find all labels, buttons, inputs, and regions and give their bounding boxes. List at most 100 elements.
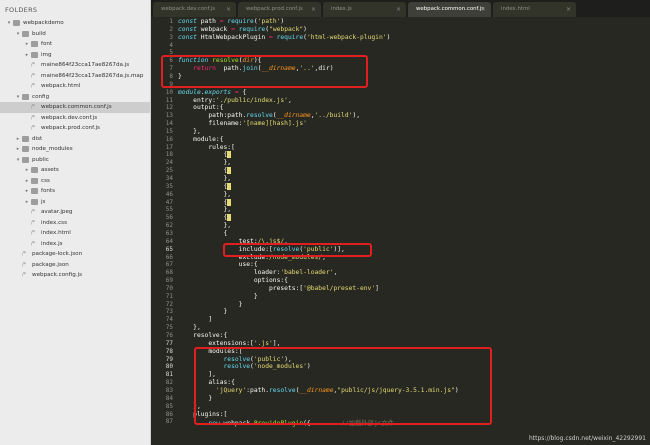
code-line[interactable]: }, [178, 222, 231, 229]
tree-file[interactable]: /* webpack.html [0, 81, 150, 92]
code-line[interactable]: } [178, 293, 258, 300]
tab-index-html[interactable]: index.html × [493, 2, 576, 17]
code-line[interactable]: ] [178, 316, 212, 323]
line-number: 25 [165, 167, 173, 175]
chevron-right-icon[interactable]: ▸ [24, 186, 30, 197]
tree-folder[interactable]: ▸ dist [0, 134, 150, 145]
code-editor[interactable]: 1 2 3 4 5 6 7 8 9 10 11 12 13 14 15 16 17 18 24 25 34 35 46 47 5… [151, 17, 650, 445]
tree-file[interactable]: /* index.html [0, 228, 150, 239]
code-line[interactable]: const webpack = require("webpack") [178, 26, 307, 33]
code-line[interactable]: presets:['@babel/preset-env'] [178, 285, 379, 292]
code-line[interactable]: filename:'[name][hash].js' [178, 120, 307, 127]
tree-item-label: dist [32, 135, 43, 142]
tree-file[interactable]: /* package.json [0, 260, 150, 271]
code-line[interactable]: }, [178, 159, 231, 166]
tree-item-label: maine864f23cca17ae8267da.js [41, 62, 130, 68]
tab-webpack-dev-conf-js[interactable]: webpack.dev.conf.js × [153, 2, 236, 17]
tree-folder[interactable]: ▾ build [0, 29, 150, 40]
tree-folder[interactable]: ▸ font [0, 39, 150, 50]
chevron-right-icon[interactable]: ▸ [24, 197, 30, 208]
code-line[interactable]: use:{ [178, 261, 258, 268]
tree-item-label: build [32, 30, 46, 37]
tab-webpack-prod-conf-js[interactable]: webpack.prod.conf.js × [238, 2, 321, 17]
chevron-right-icon[interactable]: ▸ [24, 39, 30, 50]
code-line[interactable]: {▬ [178, 214, 232, 222]
code-line[interactable]: {▬ [178, 198, 232, 206]
code-line[interactable]: loader:'babel-loader', [178, 269, 337, 276]
code-line[interactable]: {▬ [178, 151, 232, 159]
line-number: 74 [165, 316, 173, 324]
code-line[interactable]: output:{ [178, 104, 223, 111]
line-number: 80 [165, 363, 173, 371]
code-line[interactable]: rules:[ [178, 144, 235, 151]
line-number: 55 [165, 206, 173, 214]
tree-folder[interactable]: ▸ node_modules [0, 144, 150, 155]
code-line[interactable]: resolve:{ [178, 332, 227, 339]
tree-file[interactable]: /* maine864f23cca17ae8267da.js.map [0, 71, 150, 82]
code-line[interactable]: path:path.resolve(__dirname,'../build'), [178, 112, 360, 119]
close-icon[interactable]: × [226, 2, 231, 17]
close-icon[interactable]: × [566, 2, 571, 17]
close-icon[interactable]: × [311, 2, 316, 17]
tab-webpack-common-conf-js[interactable]: webpack.common.conf.js × [408, 2, 491, 17]
chevron-right-icon[interactable]: ▸ [15, 134, 21, 145]
file-icon: /* [31, 104, 36, 110]
tree-file[interactable]: /* webpack.config.js [0, 270, 150, 281]
chevron-right-icon[interactable]: ▸ [24, 165, 30, 176]
code-line[interactable]: {▬ [178, 167, 232, 175]
tree-file[interactable]: /* webpack.common.conf.js [0, 102, 150, 113]
tab-index-js[interactable]: index.js × [323, 2, 406, 17]
line-number: 81 [165, 371, 173, 379]
chevron-right-icon[interactable]: ▸ [15, 144, 21, 155]
code-line[interactable]: }, [178, 175, 231, 182]
tree-item-label: config [32, 93, 50, 100]
code-line[interactable]: module.exports = { [178, 89, 246, 96]
tree-file[interactable]: /* maine864f23cca17ae8267da.js [0, 60, 150, 71]
tree-file[interactable]: /* webpack.prod.conf.js [0, 123, 150, 134]
code-line[interactable]: }, [178, 324, 201, 331]
tree-folder[interactable]: ▾ webpackdemo [0, 18, 150, 29]
code-line[interactable]: const path = require('path') [178, 18, 284, 25]
code-line[interactable]: extensions:['.js'], [178, 340, 280, 347]
chevron-down-icon[interactable]: ▾ [15, 155, 21, 166]
tree-folder[interactable]: ▸ css [0, 176, 150, 187]
tree-file[interactable]: /* index.js [0, 239, 150, 250]
code-line[interactable]: entry:'./public/index.js', [178, 97, 292, 104]
code-line[interactable]: options:{ [178, 277, 288, 284]
folder-icon [13, 20, 20, 26]
tree-item-label: avatar.jpeg [41, 209, 73, 215]
line-number: 75 [165, 324, 173, 332]
code-line[interactable]: } [178, 301, 243, 308]
tree-folder[interactable]: ▸ js [0, 197, 150, 208]
tree-file[interactable]: /* index.css [0, 218, 150, 229]
chevron-down-icon[interactable]: ▾ [6, 18, 12, 29]
close-icon[interactable]: × [481, 2, 486, 17]
tree-folder[interactable]: ▾ public [0, 155, 150, 166]
tree-folder[interactable]: ▾ config [0, 92, 150, 103]
code-line[interactable]: {▬ [178, 182, 232, 190]
tree-folder[interactable]: ▸ assets [0, 165, 150, 176]
highlight-box-resolve-function [161, 55, 368, 88]
code-line[interactable]: }, [178, 206, 231, 213]
chevron-right-icon[interactable]: ▸ [24, 176, 30, 187]
tree-file[interactable]: /* package-lock.json [0, 249, 150, 260]
code-line[interactable]: module:{ [178, 136, 223, 143]
code-line[interactable]: { [178, 230, 227, 237]
code-line[interactable]: }, [178, 128, 201, 135]
code-line[interactable]: const HtmlWebpackPlugin = require('html-… [178, 34, 390, 41]
chevron-down-icon[interactable]: ▾ [15, 29, 21, 40]
line-number: 86 [165, 410, 173, 418]
code-line[interactable]: }, [178, 191, 231, 198]
chevron-right-icon[interactable]: ▸ [24, 50, 30, 61]
close-icon[interactable]: × [396, 2, 401, 17]
line-number: 65 [165, 245, 173, 253]
tree-file[interactable]: /* avatar.jpeg [0, 207, 150, 218]
code-line[interactable]: } [178, 308, 227, 315]
tree-file[interactable]: /* webpack.dev.conf.js [0, 113, 150, 124]
tree-folder[interactable]: ▸ fonts [0, 186, 150, 197]
file-icon: /* [22, 261, 27, 268]
line-number: 87 [165, 418, 173, 426]
line-number: 10 [165, 88, 173, 96]
chevron-down-icon[interactable]: ▾ [15, 92, 21, 103]
tree-folder[interactable]: ▸ img [0, 50, 150, 61]
